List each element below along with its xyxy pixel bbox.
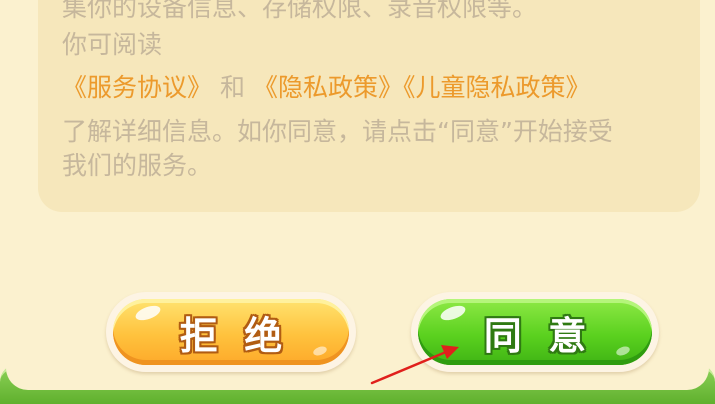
agree-button[interactable]: 同 意 [411,292,659,372]
and-text: 和 [219,73,245,102]
button-gloss-highlight [312,344,328,358]
policy-details-line-1: 了解详细信息。如你同意，请点击“同意”开始接受 [62,117,613,146]
child-privacy-policy-link[interactable]: 《儿童隐私政策》 [403,73,591,102]
button-gloss-highlight [133,302,163,324]
button-gloss-highlight [438,302,468,324]
service-agreement-link[interactable]: 《服务协议》 [62,73,212,102]
policy-text-read-prompt: 你可阅读 [62,30,163,59]
policy-details-line-2: 我们的服务。 [62,151,213,180]
agree-button-face: 同 意 [418,299,652,365]
button-gloss-highlight [615,344,631,358]
agree-button-label: 同 意 [483,313,587,358]
policy-links-line: 《服务协议》 和 《隐私政策》《儿童隐私政策》 [62,73,590,103]
refuse-button[interactable]: 拒 绝 [106,292,356,372]
refuse-button-face: 拒 绝 [113,299,349,365]
policy-text-partial-line: 集你的设备信息、存储权限、录音权限等。 [62,0,538,22]
privacy-policy-link[interactable]: 《隐私政策》 [253,73,403,102]
refuse-button-label: 拒 绝 [179,313,283,358]
